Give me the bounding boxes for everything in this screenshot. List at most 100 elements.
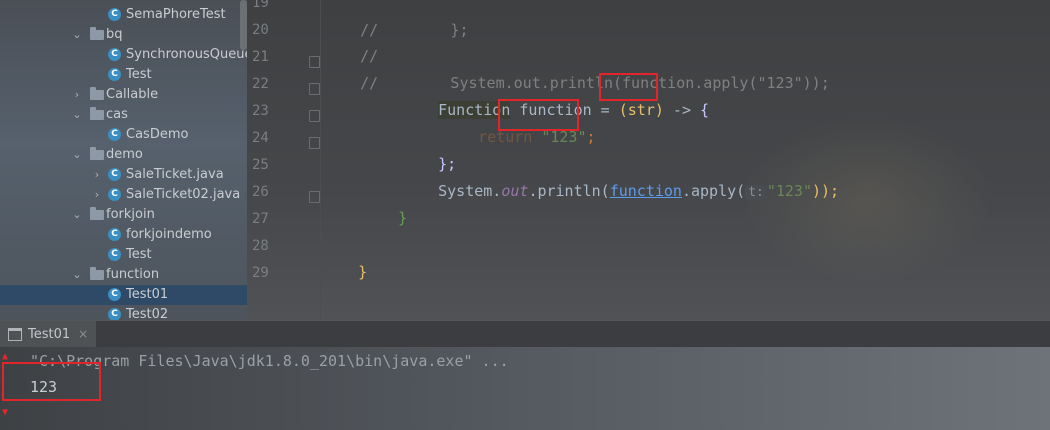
code-line-26[interactable]: } [362,182,407,227]
line-number: 19 [252,0,269,11]
java-class-icon: C [108,248,121,261]
java-class-icon: C [108,228,121,241]
project-tree: C SemaPhoreTest ⌄ bq C SynchronousQueueTe C Tes… [0,0,247,320]
tree-scrollbar[interactable] [240,0,247,50]
chevron-right-icon[interactable]: › [72,85,82,105]
out-field: out [501,182,529,200]
tab-run-test01[interactable]: Test01 × [0,321,97,348]
method-close-brace: } [398,209,408,227]
parameter-hint: t: [745,185,767,200]
tree-item-label: CasDemo [126,127,189,142]
lambda-arrow: -> [663,101,701,119]
comment: // [360,74,379,92]
fold-marker-icon[interactable] [309,83,320,95]
line-number: 22 [252,76,269,92]
chevron-down-icon[interactable]: ⌄ [72,145,82,165]
lambda-param: (str) [618,101,664,119]
line-number: 20 [252,22,269,38]
close-icon[interactable]: × [78,327,88,341]
folder-icon [90,147,104,160]
fold-marker-icon[interactable] [309,137,320,149]
open-brace: { [700,101,710,119]
tree-item-label: SynchronousQueueTe [126,47,247,62]
tree-item-label: Callable [106,87,159,102]
println-call: .println( [528,182,610,200]
chevron-down-icon[interactable]: ⌄ [72,265,82,285]
tree-class-file[interactable]: C Test02 [0,305,247,320]
tree-item-label: Test [126,247,152,262]
line-number: 21 [252,49,269,65]
tree-class-file[interactable]: C CasDemo [0,125,247,145]
tree-class-file[interactable]: C Test [0,245,247,265]
fold-marker-icon[interactable] [309,56,320,68]
tree-folder[interactable]: ⌄ cas [0,105,247,125]
gutter-divider [320,0,321,320]
run-window-icon [8,328,22,341]
annotation-box-param [599,73,658,101]
annotation-box-output [2,362,101,401]
tree-item-label: SaleTicket02.java [126,187,241,202]
function-reference[interactable]: function [610,182,682,200]
code-line-28[interactable]: } [322,236,367,281]
java-class-icon: C [108,8,121,21]
tree-class-file[interactable]: C Test01 [0,285,247,305]
semicolon: ; [586,128,596,146]
code-line-25[interactable]: System.out.println(function.apply(t: "123… [402,155,839,200]
string-literal: "123" [766,182,812,200]
line-number: 23 [252,103,269,119]
rerun-icon[interactable]: ▲ [2,351,10,362]
tree-item-label: Test01 [126,287,169,302]
code-editor[interactable]: 19 20 21 22 23 24 25 26 27 28 29 // }; // // Syste… [247,0,1050,320]
chevron-right-icon[interactable]: › [92,185,102,205]
java-class-icon: C [108,68,121,81]
tree-folder[interactable]: › Callable [0,85,247,105]
tree-folder[interactable]: ⌄ demo [0,145,247,165]
run-console[interactable]: ▲ ▼ "C:\Program Files\Java\jdk1.8.0_201\… [0,347,1050,430]
java-class-icon: C [108,308,121,320]
fold-marker-icon[interactable] [309,110,320,122]
tree-class-file[interactable]: C SemaPhoreTest [0,5,247,25]
tree-item-label: SaleTicket.java [126,167,224,182]
code-line-24[interactable]: }; [402,128,456,173]
folder-icon [90,87,104,100]
java-class-icon: C [108,48,121,61]
tree-class-file[interactable]: › C SaleTicket02.java [0,185,247,205]
tree-class-file[interactable]: C SynchronousQueueTe [0,45,247,65]
apply-call: .apply( [681,182,746,200]
fold-marker-icon[interactable] [309,191,320,203]
tree-item-label: Test02 [126,307,169,320]
chevron-right-icon[interactable]: › [92,165,102,185]
code-line-22[interactable]: Function function = (str) -> { [402,74,709,119]
line-number: 25 [252,157,269,173]
tree-item-label: bq [106,27,123,42]
system-class: System. [438,182,502,200]
console-command-line: "C:\Program Files\Java\jdk1.8.0_201\bin\… [30,352,509,370]
tree-item-label: forkjoindemo [126,227,212,242]
chevron-down-icon[interactable]: ⌄ [72,105,82,125]
tree-item-label: forkjoin [106,207,155,222]
tree-class-file[interactable]: C Test [0,65,247,85]
folder-icon [90,207,104,220]
tree-item-label: demo [106,147,143,162]
tree-class-file[interactable]: Cforkjoindemo [0,225,247,245]
tree-item-label: SemaPhoreTest [126,7,226,22]
scroll-down-icon[interactable]: ▼ [2,407,10,418]
chevron-down-icon[interactable]: ⌄ [72,25,82,45]
folder-icon [90,267,104,280]
tree-item-label: Test [126,67,152,82]
editor-gutter: 19 20 21 22 23 24 25 26 27 28 29 [247,0,320,320]
line-number: 27 [252,211,269,227]
code-line-20[interactable]: // [324,20,378,65]
comment-text: }; [378,21,469,39]
chevron-down-icon[interactable]: ⌄ [72,205,82,225]
line-number: 29 [252,265,269,281]
folder-icon [90,27,104,40]
tree-item-label: function [106,267,160,282]
code-line-21[interactable]: // System.out.println(function.apply("12… [324,47,830,92]
tree-folder[interactable]: ⌄ function [0,265,247,285]
java-class-icon: C [108,288,121,301]
tree-folder[interactable]: ⌄ forkjoin [0,205,247,225]
code-line-19[interactable]: // }; [324,0,468,39]
tree-folder[interactable]: ⌄ bq [0,25,247,45]
tree-class-file[interactable]: › C SaleTicket.java [0,165,247,185]
